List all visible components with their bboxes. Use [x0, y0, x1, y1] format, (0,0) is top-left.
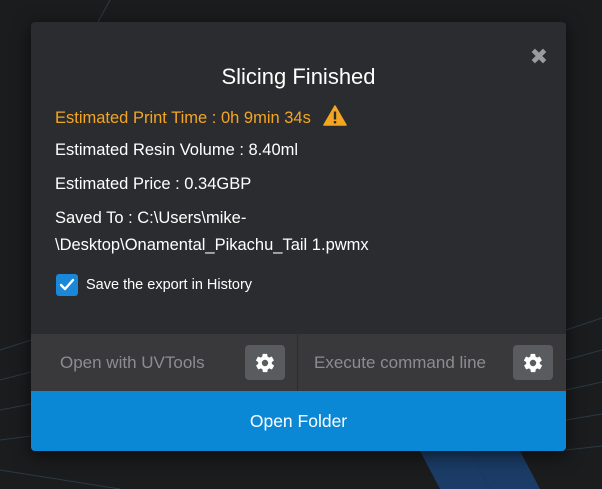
execute-command-line-button[interactable]: Execute command line [298, 334, 566, 391]
estimated-price: Estimated Price : 0.34GBP [55, 175, 252, 193]
slicing-finished-dialog: Slicing Finished ✖ Estimated Print Time … [31, 22, 566, 451]
action-buttons-row: Open with UVTools Execute command line [31, 333, 566, 391]
dialog-title: Slicing Finished [221, 64, 376, 89]
open-with-uvtools-label: Open with UVTools [60, 352, 205, 372]
command-line-settings-button[interactable] [513, 345, 553, 380]
uvtools-settings-button[interactable] [245, 345, 285, 380]
open-with-uvtools-button[interactable]: Open with UVTools [31, 334, 298, 391]
check-icon [59, 278, 75, 291]
execute-command-line-label: Execute command line [314, 352, 486, 372]
close-icon[interactable]: ✖ [528, 46, 550, 68]
gear-icon [255, 353, 275, 372]
saved-to-path-line-2: \Desktop\Onamental_Pikachu_Tail 1.pwmx [55, 236, 369, 254]
save-history-option[interactable]: Save the export in History [56, 273, 252, 297]
open-folder-button[interactable]: Open Folder [31, 391, 566, 451]
warning-triangle-icon [323, 105, 348, 132]
save-history-checkbox[interactable] [56, 274, 78, 296]
gear-icon [523, 353, 543, 372]
saved-to-path-line-1: Saved To : C:\Users\mike- [55, 209, 247, 227]
estimated-print-time: Estimated Print Time : 0h 9min 34s [55, 105, 348, 132]
estimated-resin-volume: Estimated Resin Volume : 8.40ml [55, 141, 299, 159]
estimated-print-time-text: Estimated Print Time : 0h 9min 34s [55, 109, 311, 127]
save-history-label: Save the export in History [86, 277, 253, 293]
